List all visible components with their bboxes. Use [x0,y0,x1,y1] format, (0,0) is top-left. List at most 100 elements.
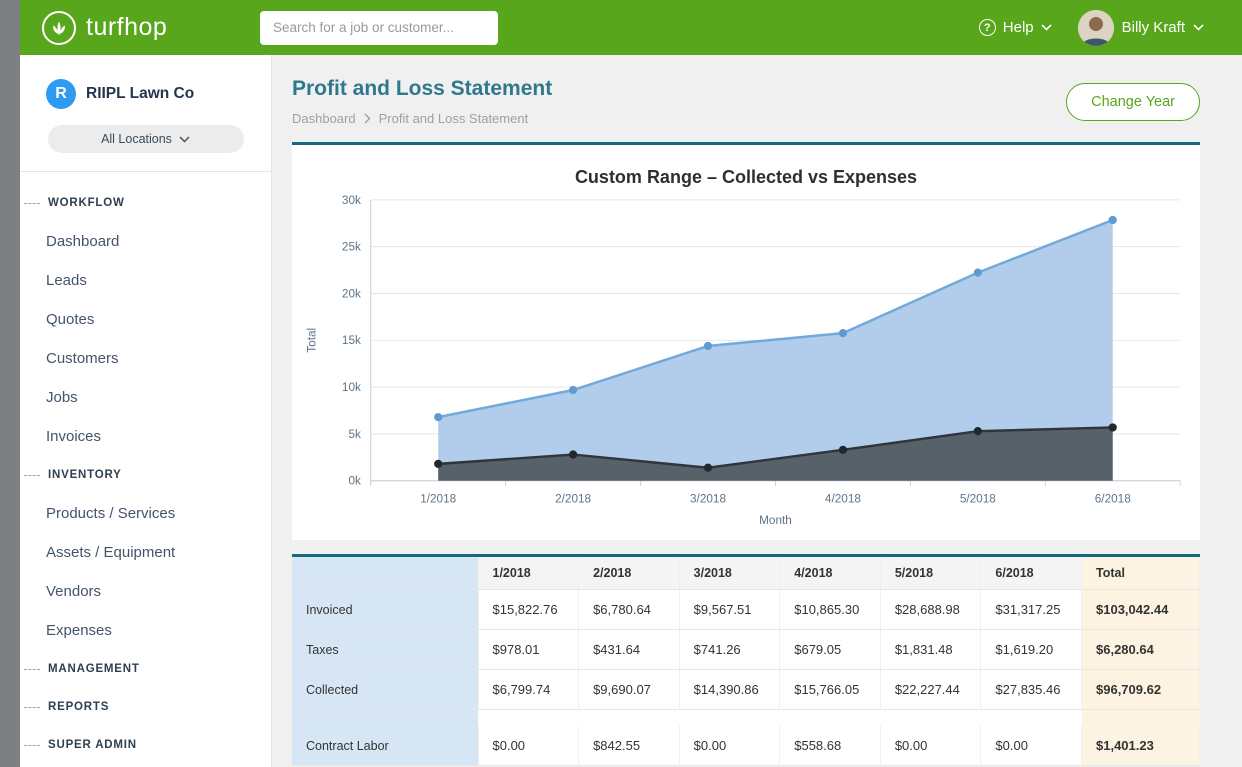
svg-text:15k: 15k [342,334,361,347]
tree-dash-icon [24,707,40,708]
row-label: Invoiced [292,590,478,630]
pnl-table: 1/20182/20183/20184/20185/20186/2018Tota… [292,557,1200,767]
sidebar-section-label: REPORTS [48,701,109,713]
svg-text:Total: Total [306,328,319,353]
table-cell: $0.00 [478,726,579,766]
sidebar-item-leads[interactable]: Leads [20,261,271,300]
help-icon: ? [979,19,996,36]
brand-name: turfhop [86,13,167,42]
sidebar-section-workflow[interactable]: WORKFLOW [20,184,271,222]
table-cell: $10,865.30 [780,590,881,630]
table-column-header: Total [1082,557,1200,590]
table-column-header: 6/2018 [981,557,1082,590]
sidebar: R RIIPL Lawn Co All Locations WORKFLOW Da… [20,55,272,767]
page-title: Profit and Loss Statement [292,77,552,101]
table-row: Contract Labor$0.00$842.55$0.00$558.68$0… [292,726,1200,766]
table-cell: $28,688.98 [880,590,981,630]
sidebar-section-management[interactable]: MANAGEMENT [20,650,271,688]
table-cell: $1,619.20 [981,630,1082,670]
table-cell: $14,390.86 [679,670,780,710]
sidebar-item-jobs[interactable]: Jobs [20,378,271,417]
app-window: turfhop ? Help Billy Kraft R RIIPL Lawn … [20,0,1242,767]
table-cell: $842.55 [579,726,680,766]
tree-dash-icon [24,745,40,746]
sidebar-item-quotes[interactable]: Quotes [20,300,271,339]
change-year-button[interactable]: Change Year [1066,83,1200,121]
table-row: Collected$6,799.74$9,690.07$14,390.86$15… [292,670,1200,710]
table-column-header: 5/2018 [880,557,981,590]
table-cell: $431.64 [579,630,680,670]
sidebar-item-vendors[interactable]: Vendors [20,572,271,611]
topbar-right: ? Help Billy Kraft [979,10,1204,46]
tree-dash-icon [24,669,40,670]
table-column-header: 2/2018 [579,557,680,590]
company-logo-icon: R [46,79,76,109]
row-label: Collected [292,670,478,710]
table-cell: $6,780.64 [579,590,680,630]
turfhop-leaf-icon [42,11,76,45]
table-cell: $9,567.51 [679,590,780,630]
table-cell: $679.05 [780,630,881,670]
sidebar-section-super-admin[interactable]: SUPER ADMIN [20,726,271,764]
table-section-spacer [292,710,1200,726]
sidebar-section-label: SUPER ADMIN [48,739,137,751]
table-cell: $1,831.48 [880,630,981,670]
avatar [1078,10,1114,46]
sidebar-item-customers[interactable]: Customers [20,339,271,378]
user-menu[interactable]: Billy Kraft [1078,10,1204,46]
chart-card: Custom Range – Collected vs Expenses 0k5… [292,142,1200,540]
pnl-table-card: 1/20182/20183/20184/20185/20186/2018Tota… [292,554,1200,767]
svg-text:30k: 30k [342,194,361,207]
help-menu[interactable]: ? Help [979,19,1052,36]
table-cell: $9,690.07 [579,670,680,710]
svg-text:20k: 20k [342,287,361,300]
sidebar-section-inventory[interactable]: INVENTORY [20,456,271,494]
breadcrumb: Dashboard Profit and Loss Statement [292,111,552,126]
page-header: Profit and Loss Statement Dashboard Prof… [292,77,1200,126]
brand-logo[interactable]: turfhop [42,11,260,45]
search-input[interactable] [260,11,498,45]
sidebar-section-label: MANAGEMENT [48,663,140,675]
svg-text:3/2018: 3/2018 [690,492,726,505]
sidebar-item-products-services[interactable]: Products / Services [20,494,271,533]
row-label: Contract Labor [292,726,478,766]
table-cell: $558.68 [780,726,881,766]
table-cell: $0.00 [981,726,1082,766]
svg-text:6/2018: 6/2018 [1095,492,1131,505]
row-total: $103,042.44 [1082,590,1200,630]
main-content: Profit and Loss Statement Dashboard Prof… [272,55,1242,767]
table-cell: $15,822.76 [478,590,579,630]
svg-text:Month: Month [759,514,792,527]
table-cell: $15,766.05 [780,670,881,710]
table-header-row: 1/20182/20183/20184/20185/20186/2018Tota… [292,557,1200,590]
table-cell: $741.26 [679,630,780,670]
sidebar-item-dashboard[interactable]: Dashboard [20,222,271,261]
chevron-down-icon [179,136,190,143]
collected-vs-expenses-chart: 0k5k10k15k20k25k30k1/20182/20183/20184/2… [300,190,1192,536]
table-cell: $31,317.25 [981,590,1082,630]
svg-text:2/2018: 2/2018 [555,492,591,505]
breadcrumb-current: Profit and Loss Statement [379,111,529,126]
table-row: Taxes$978.01$431.64$741.26$679.05$1,831.… [292,630,1200,670]
table-column-header: 3/2018 [679,557,780,590]
locations-dropdown[interactable]: All Locations [48,125,244,153]
row-total: $1,401.23 [1082,726,1200,766]
help-label: Help [1003,19,1034,36]
sidebar-item-invoices[interactable]: Invoices [20,417,271,456]
table-cell: $27,835.46 [981,670,1082,710]
table-cell: $22,227.44 [880,670,981,710]
svg-text:10k: 10k [342,381,361,394]
sidebar-item-expenses[interactable]: Expenses [20,611,271,650]
table-cell: $0.00 [679,726,780,766]
tree-dash-icon [24,475,40,476]
sidebar-item-assets-equipment[interactable]: Assets / Equipment [20,533,271,572]
table-cell: $0.00 [880,726,981,766]
company-header: R RIIPL Lawn Co [20,55,271,123]
breadcrumb-dashboard[interactable]: Dashboard [292,111,356,126]
row-total: $96,709.62 [1082,670,1200,710]
sidebar-section-label: WORKFLOW [48,197,125,209]
svg-text:5k: 5k [348,428,361,441]
sidebar-section-reports[interactable]: REPORTS [20,688,271,726]
chevron-down-icon [1041,24,1052,31]
table-column-header: 1/2018 [478,557,579,590]
